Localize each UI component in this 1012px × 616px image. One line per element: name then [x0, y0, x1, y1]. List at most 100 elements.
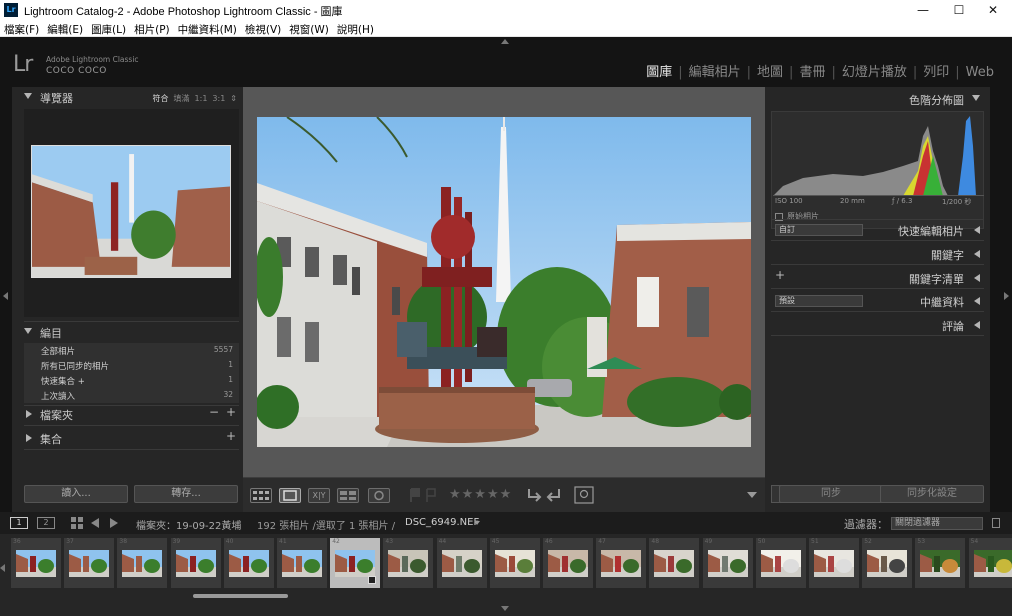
close-button[interactable]: ✕	[976, 0, 1010, 20]
module-web[interactable]: Web	[960, 65, 1000, 80]
filmstrip-thumbnail[interactable]: 54	[968, 538, 1012, 588]
menu-photo[interactable]: 相片(P)	[130, 20, 174, 37]
left-panel-edge[interactable]	[0, 87, 12, 512]
zoom-fit[interactable]: 符合	[153, 94, 169, 103]
minimize-button[interactable]: —	[906, 0, 940, 20]
filmstrip-thumbnail[interactable]: 44	[436, 538, 487, 588]
menu-metadata[interactable]: 中繼資料(M)	[174, 20, 241, 37]
filmstrip-thumbnail[interactable]: 48	[649, 538, 700, 588]
keyword-list-add-icon[interactable]: +	[775, 268, 785, 282]
filename-dropdown-icon[interactable]	[474, 521, 480, 525]
quick-develop-expand-icon[interactable]	[974, 226, 980, 234]
module-slideshow[interactable]: 幻燈片播放	[836, 65, 913, 80]
module-develop[interactable]: 編輯相片	[683, 65, 747, 80]
right-panel-edge[interactable]	[990, 87, 1012, 512]
main-screen-button[interactable]: 1	[10, 517, 28, 529]
compare-view-button[interactable]: X|Y	[308, 488, 330, 503]
histogram-collapse-icon[interactable]	[972, 95, 980, 101]
menu-view[interactable]: 檢視(V)	[241, 20, 285, 37]
filmstrip-thumbnail[interactable]: 49	[702, 538, 753, 588]
catalog-row-synced[interactable]: 所有已同步的相片 1	[24, 358, 239, 373]
toolbar-options-icon[interactable]	[747, 492, 757, 498]
collections-expand-icon[interactable]	[26, 434, 32, 442]
collections-add-icon[interactable]: +	[226, 429, 236, 443]
export-button[interactable]: 轉存...	[134, 485, 238, 503]
filmstrip-thumbnail[interactable]: 42	[330, 538, 381, 588]
collections-header[interactable]: 集合 +	[12, 428, 243, 448]
filmstrip-thumbnail[interactable]: 45	[489, 538, 540, 588]
filmstrip-scrollbar[interactable]	[193, 594, 288, 598]
zoom-1-1[interactable]: 1:1	[195, 94, 208, 103]
comments-expand-icon[interactable]	[974, 321, 980, 329]
main-photo[interactable]	[257, 117, 751, 447]
filmstrip-thumbnail[interactable]: 47	[596, 538, 647, 588]
zoom-3-1[interactable]: 3:1	[212, 94, 225, 103]
filmstrip-thumbnail[interactable]: 38	[117, 538, 168, 588]
menu-file[interactable]: 檔案(F)	[0, 20, 43, 37]
keyword-list-header[interactable]: + 關鍵字清單	[771, 268, 984, 288]
menu-library[interactable]: 圖庫(L)	[87, 20, 130, 37]
collapse-bottom-panel-icon[interactable]	[501, 606, 509, 611]
second-screen-button[interactable]: 2	[37, 517, 55, 529]
filmstrip-thumbnail[interactable]: 50	[755, 538, 806, 588]
previous-photo-icon[interactable]	[91, 518, 99, 528]
keywording-header[interactable]: 關鍵字	[771, 244, 984, 264]
people-view-button[interactable]	[368, 488, 390, 503]
filmstrip-thumbnail[interactable]: 41	[277, 538, 327, 588]
star-rating[interactable]: ★★★★★	[449, 487, 512, 502]
folders-remove-icon[interactable]: −	[209, 405, 219, 419]
folders-expand-icon[interactable]	[26, 410, 32, 418]
maximize-button[interactable]: ☐	[942, 0, 976, 20]
quick-develop-preset-select[interactable]: 自訂	[775, 224, 863, 236]
rotate-icons[interactable]	[525, 487, 563, 504]
filmstrip-thumbnail[interactable]: 37	[64, 538, 115, 588]
module-library[interactable]: 圖庫	[640, 65, 678, 80]
catalog-collapse-icon[interactable]	[24, 328, 32, 334]
navigator-collapse-icon[interactable]	[24, 93, 32, 99]
filmstrip-thumbnail[interactable]: 51	[809, 538, 859, 588]
metadata-header[interactable]: 預設 中繼資料	[771, 291, 984, 311]
catalog-row-quick-collection[interactable]: 快速集合 + 1	[24, 373, 239, 388]
selected-filename[interactable]: DSC_6949.NEF	[405, 517, 479, 528]
flag-icons[interactable]	[408, 488, 438, 503]
zoom-dropdown-icon[interactable]: ⇕	[230, 94, 237, 103]
navigator-header[interactable]: 導覽器 符合 填滿 1:1 3:1 ⇕	[12, 87, 243, 107]
histogram-header[interactable]: 色階分佈圖	[771, 89, 984, 109]
next-photo-icon[interactable]	[110, 518, 118, 528]
sync-settings-button[interactable]: 同步化設定	[880, 485, 984, 503]
left-collapse-icon[interactable]	[3, 292, 8, 300]
filmstrip-thumbnail[interactable]: 43	[383, 538, 434, 588]
grid-icon[interactable]	[71, 517, 83, 529]
filmstrip-thumbnail[interactable]: 53	[915, 538, 966, 588]
zoom-fill[interactable]: 填滿	[174, 94, 190, 103]
menu-help[interactable]: 說明(H)	[333, 20, 378, 37]
face-detect-icon[interactable]	[574, 486, 594, 504]
filmstrip-thumbnail[interactable]: 36	[11, 538, 61, 588]
module-print[interactable]: 列印	[917, 65, 955, 80]
grid-view-button[interactable]	[250, 488, 272, 503]
catalog-header[interactable]: 編目	[12, 322, 243, 342]
filmstrip-left-icon[interactable]	[0, 564, 5, 572]
filmstrip-thumbnail[interactable]: 40	[223, 538, 274, 588]
folder-source[interactable]: 檔案夾：19-09-22黃埔	[136, 517, 241, 532]
filter-lock-icon[interactable]	[992, 518, 1000, 528]
filmstrip-thumbnail[interactable]: 39	[170, 538, 221, 588]
menu-window[interactable]: 視窗(W)	[285, 20, 333, 37]
metadata-expand-icon[interactable]	[974, 297, 980, 305]
metadata-preset-select[interactable]: 預設	[775, 295, 863, 307]
comments-header[interactable]: 評論	[771, 315, 984, 335]
keywording-expand-icon[interactable]	[974, 250, 980, 258]
module-book[interactable]: 書冊	[793, 65, 831, 80]
keyword-list-expand-icon[interactable]	[974, 274, 980, 282]
filmstrip-thumbnail[interactable]: 52	[862, 538, 913, 588]
loupe-view[interactable]	[243, 87, 765, 477]
import-button[interactable]: 讀入...	[24, 485, 128, 503]
quick-develop-header[interactable]: 自訂 快速編輯相片	[771, 220, 984, 240]
survey-view-button[interactable]	[337, 488, 359, 503]
folders-add-icon[interactable]: +	[226, 405, 236, 419]
right-collapse-icon[interactable]	[1004, 292, 1009, 300]
menu-edit[interactable]: 編輯(E)	[43, 20, 87, 37]
filmstrip-thumbnail[interactable]: 46	[543, 538, 593, 588]
catalog-row-all-photos[interactable]: 全部相片 5557	[24, 343, 239, 358]
loupe-view-button[interactable]	[279, 488, 301, 503]
